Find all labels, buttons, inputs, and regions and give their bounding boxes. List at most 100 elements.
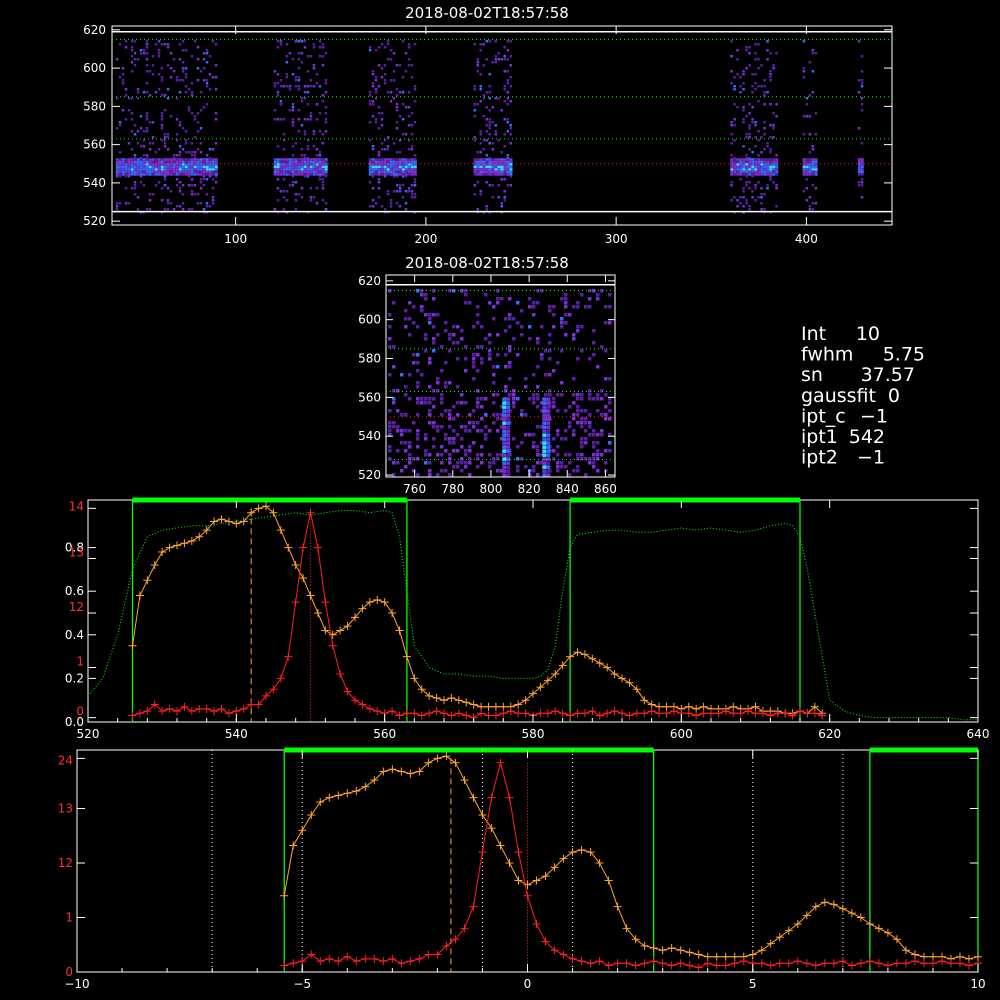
emission-pixel (860, 163, 864, 166)
emission-pixel (142, 170, 146, 174)
data-point-orange (325, 793, 334, 802)
image-pixel (742, 118, 745, 121)
emission-pixel (503, 173, 507, 176)
image-pixel (291, 121, 295, 124)
emission-pixel (860, 165, 864, 169)
image-pixel (294, 85, 298, 88)
emission-pixel (407, 173, 411, 176)
ytick-label: 12 (69, 600, 84, 614)
zoom-pixel (444, 409, 448, 413)
image-pixel (199, 70, 203, 73)
image-pixel (371, 187, 375, 190)
emission-pixel (148, 158, 152, 161)
image-pixel (193, 193, 197, 196)
image-pixel (374, 49, 378, 52)
emission-pixel (145, 170, 149, 174)
image-pixel (160, 124, 164, 127)
emission-pixel (482, 165, 486, 169)
zoom-pixel (456, 461, 460, 465)
image-pixel (181, 127, 185, 130)
image-pixel (509, 85, 512, 88)
ytick-label: 13 (58, 802, 73, 816)
image-pixel (124, 88, 128, 91)
zoom-xtick-label: 840 (556, 482, 579, 496)
image-pixel (148, 70, 152, 73)
image-pixel (196, 148, 200, 151)
emission-pixel (730, 158, 734, 161)
emission-pixel (730, 170, 734, 174)
image-pixel (312, 145, 316, 148)
data-point-orange (595, 659, 604, 668)
info-label: ipt1 (801, 426, 838, 448)
offset-plot: −10 −5 0 5 1001121324 (58, 747, 986, 991)
zoom-pixel (404, 317, 408, 321)
emission-pixel (199, 168, 203, 171)
data-point-orange (316, 797, 325, 806)
image-pixel (739, 202, 742, 205)
zoom-bright-pixel (546, 473, 551, 477)
image-pixel (395, 103, 399, 106)
data-point-red (373, 707, 382, 716)
zoom-pixel (572, 469, 576, 473)
emission-pixel (136, 158, 140, 161)
zoom-pixel (528, 469, 532, 473)
zoom-pixel (580, 349, 584, 353)
emission-pixel (118, 160, 122, 164)
zoom-pixel (524, 413, 528, 417)
image-pixel (410, 112, 414, 115)
data-point-red (669, 707, 678, 716)
zoom-pixel (588, 421, 592, 425)
image-pixel (497, 139, 500, 142)
emission-pixel (769, 168, 773, 171)
zoom-pixel (484, 337, 488, 341)
emission-pixel (214, 158, 218, 161)
image-pixel (754, 184, 757, 187)
image-pixel (303, 85, 307, 88)
emission-pixel (757, 173, 761, 176)
emission-pixel (380, 173, 384, 176)
image-pixel (145, 70, 149, 73)
emission-pixel (733, 163, 737, 166)
image-pixel (297, 193, 301, 196)
zoom-bright-pixel (506, 465, 511, 469)
image-pixel (482, 64, 485, 67)
image-pixel (294, 181, 298, 184)
emission-pixel (374, 158, 378, 161)
emission-pixel (196, 165, 200, 169)
ytick-label: 0.2 (65, 671, 84, 685)
zoom-pixel (444, 381, 448, 385)
emission-pixel (404, 160, 408, 164)
zoom-pixel (480, 417, 484, 421)
emission-pixel (383, 173, 387, 176)
image-pixel (857, 184, 861, 187)
image-pixel (214, 43, 218, 46)
emission-pixel (763, 158, 767, 161)
image-pixel (380, 76, 384, 79)
ytick-label: 0.6 (65, 584, 84, 598)
data-point-red (632, 709, 641, 718)
zoom-bright-pixel (502, 405, 507, 409)
image-pixel (130, 187, 134, 190)
zoom-pixel (516, 301, 520, 305)
zoom-pixel (572, 429, 576, 433)
emission-pixel (754, 165, 758, 169)
image-pixel (410, 124, 414, 127)
image-pixel (410, 64, 414, 67)
zoom-pixel (592, 465, 596, 469)
image-pixel (306, 85, 310, 88)
image-pixel (500, 151, 503, 154)
zoom-pixel (576, 465, 580, 469)
emission-pixel (315, 170, 319, 174)
data-point-orange (487, 824, 496, 833)
image-pixel (497, 52, 500, 55)
emission-pixel (276, 165, 280, 169)
zoom-pixel (428, 409, 432, 413)
zoom-pixel (504, 385, 508, 389)
image-pixel (205, 49, 209, 52)
zoom-pixel (464, 453, 468, 457)
emission-pixel (506, 160, 510, 164)
image-pixel (208, 55, 212, 58)
emission-pixel (136, 168, 140, 171)
zoom-pixel (564, 305, 568, 309)
zoom-bright-pixel (502, 397, 507, 401)
